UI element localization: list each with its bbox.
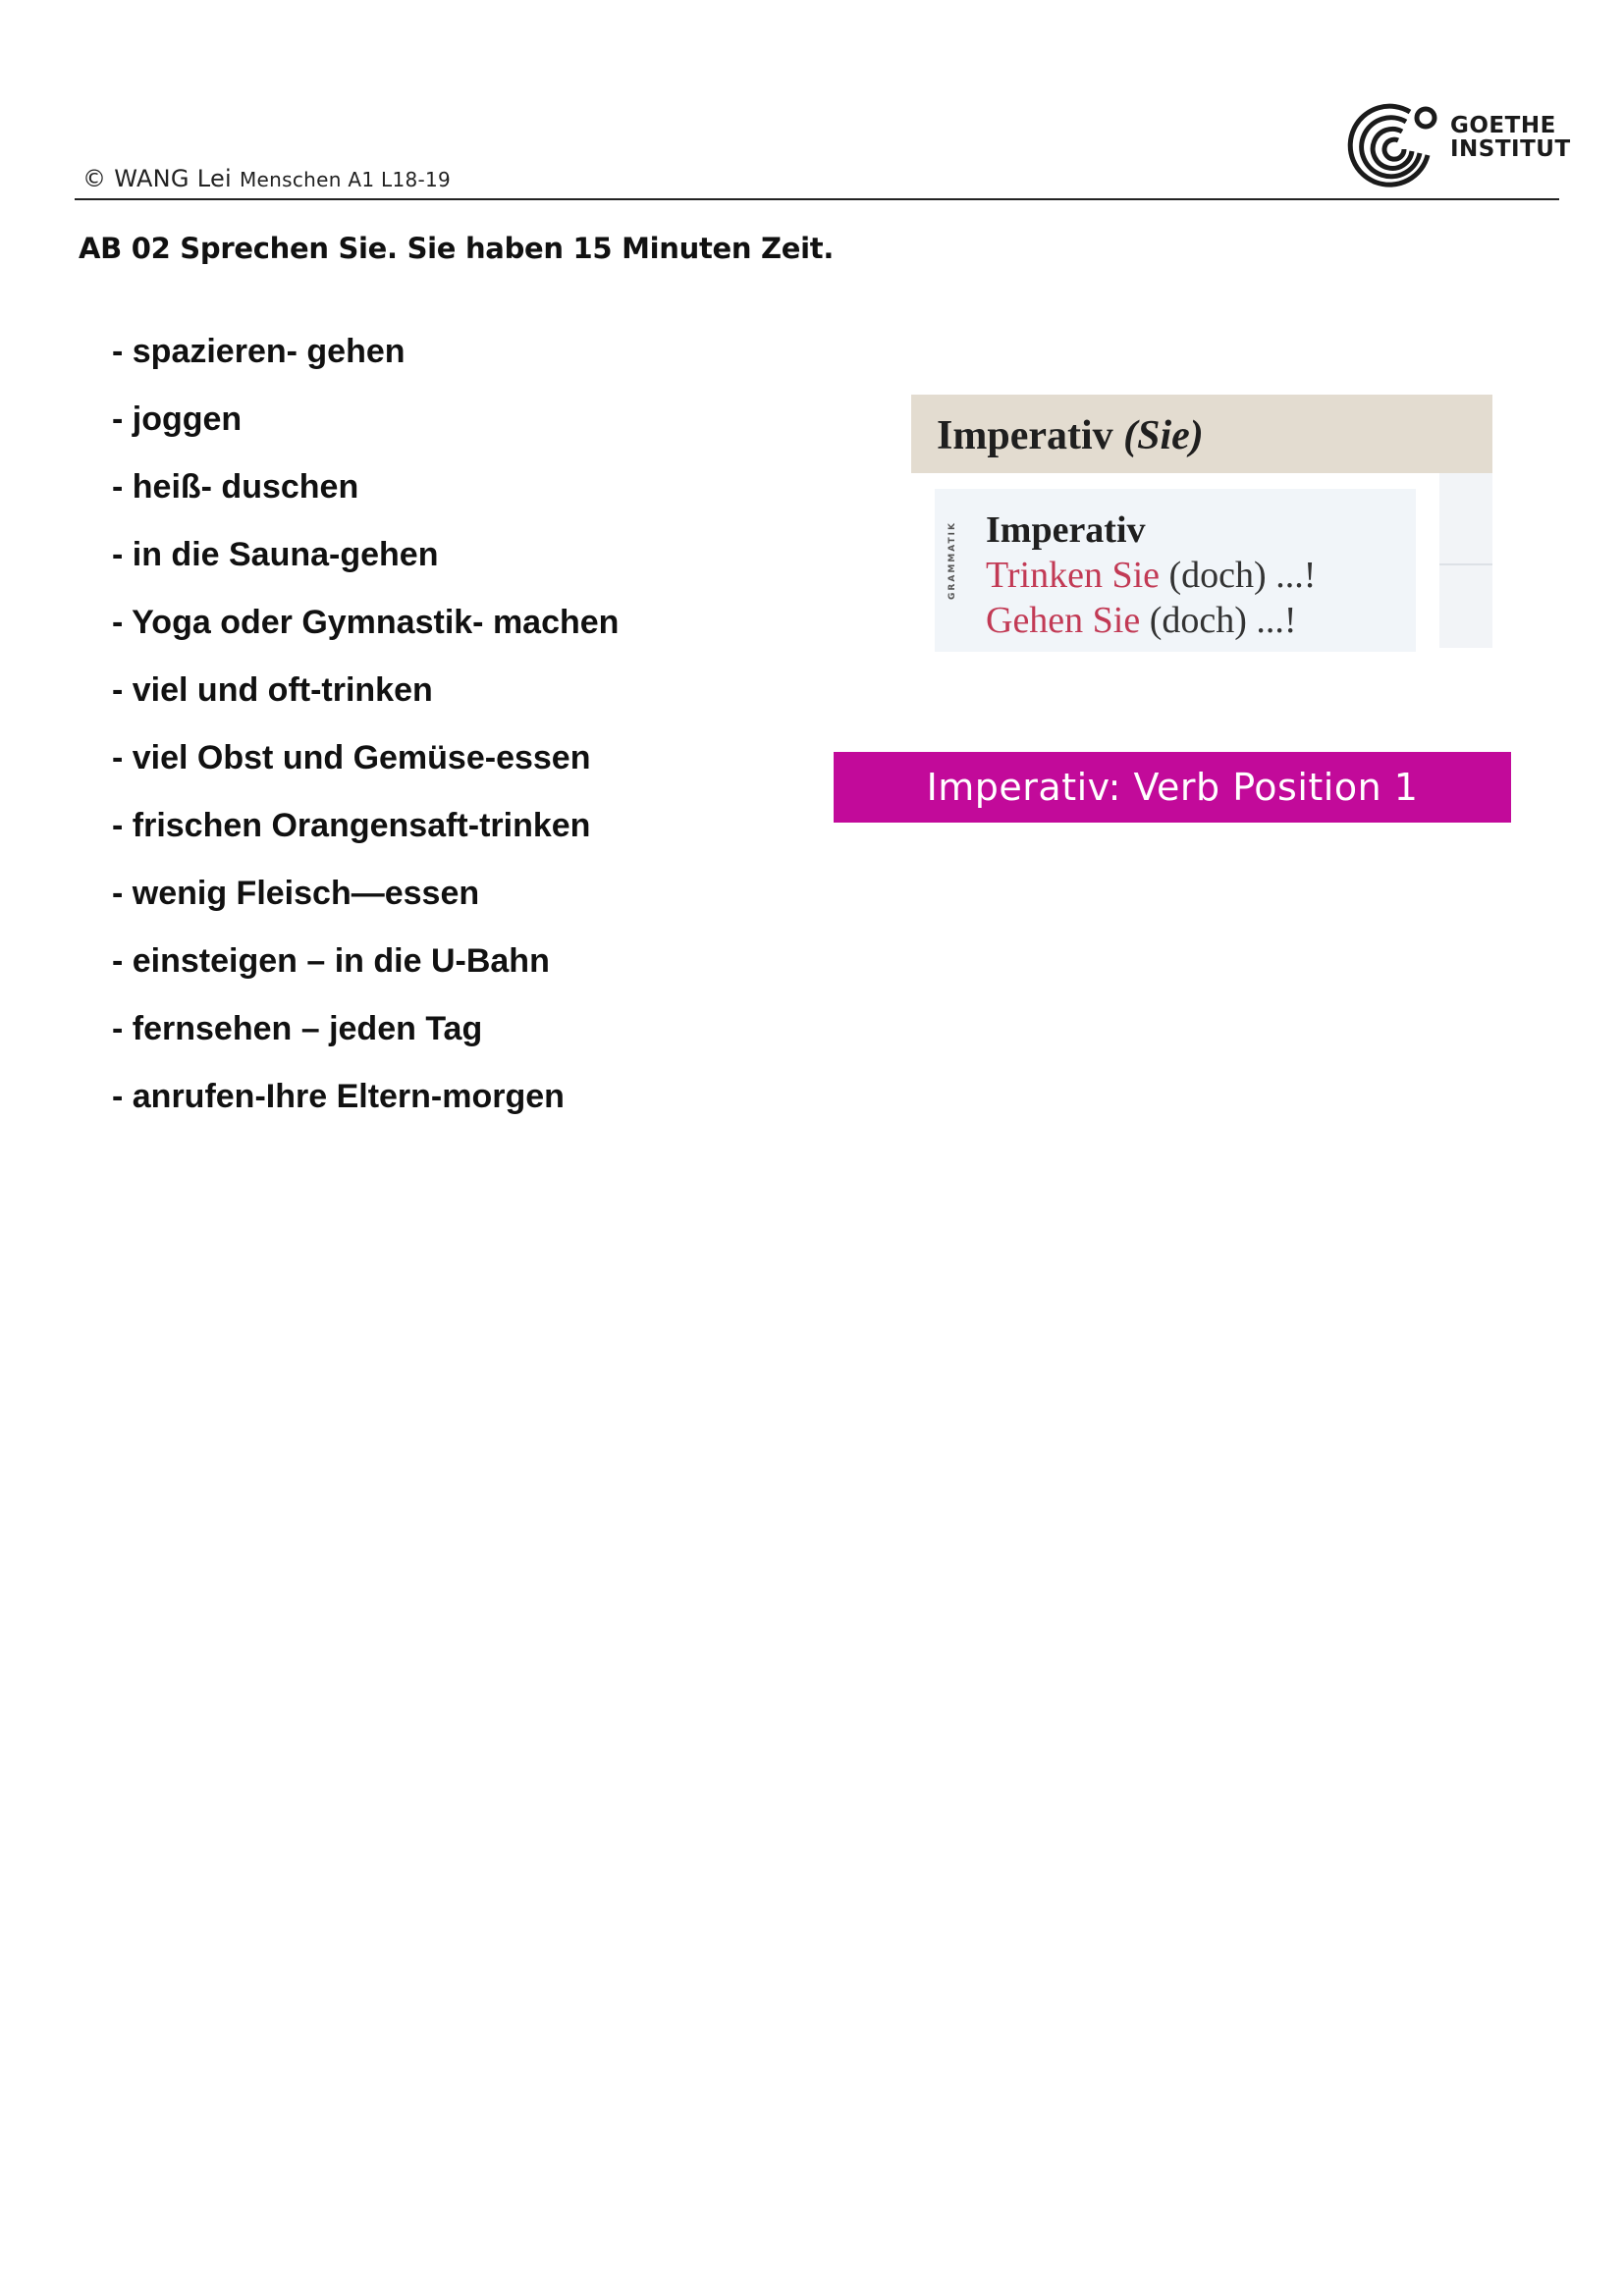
list-item: - anrufen-Ihre Eltern-morgen [112, 1078, 565, 1115]
copyright-line: © WANG Lei Menschen A1 L18-19 [82, 165, 451, 192]
list-item: - fernsehen – jeden Tag [112, 1010, 483, 1047]
phrase-list: - spazieren- gehen - joggen - heiß- dusc… [112, 328, 619, 1141]
course-label: Menschen A1 L18-19 [239, 168, 452, 191]
copyright-text: © WANG Lei [82, 165, 233, 192]
logo-line-2: INSTITUT [1450, 136, 1571, 162]
list-item: - in die Sauna-gehen [112, 536, 439, 573]
example-1-verb: Trinken Sie [986, 555, 1161, 596]
grammar-title-paren: (Sie) [1123, 413, 1204, 458]
example-2-verb: Gehen Sie [986, 600, 1141, 641]
list-item: - viel Obst und Gemüse-essen [112, 739, 591, 776]
example-1-rest: (doch) ...! [1160, 555, 1317, 596]
header-divider [75, 198, 1559, 200]
grammar-card-header: Imperativ (Sie) [911, 395, 1492, 473]
goethe-spiral-icon [1347, 103, 1437, 187]
task-title: AB 02 Sprechen Sie. Sie haben 15 Minuten… [79, 232, 835, 265]
grammar-card-title: Imperativ (Sie) [937, 412, 1204, 459]
list-item: - spazieren- gehen [112, 333, 406, 370]
grammar-example-1: Trinken Sie (doch) ...! [986, 554, 1316, 597]
list-item: - Yoga oder Gymnastik- machen [112, 604, 620, 641]
list-item: - viel und oft-trinken [112, 671, 433, 709]
list-item: - frischen Orangensaft-trinken [112, 807, 591, 844]
verb-position-banner: Imperativ: Verb Position 1 [834, 752, 1511, 823]
grammar-card: Imperativ (Sie) GRAMMATIK Imperativ Trin… [911, 395, 1492, 652]
banner-text: Imperativ: Verb Position 1 [926, 766, 1419, 809]
list-item: - heiß- duschen [112, 468, 359, 506]
list-item: - wenig Fleisch—essen [112, 875, 480, 912]
grammar-box: GRAMMATIK Imperativ Trinken Sie (doch) .… [935, 489, 1416, 652]
grammar-title-main: Imperativ [937, 413, 1113, 458]
card-side-divider [1439, 563, 1492, 565]
logo-wordmark: GOETHE INSTITUT [1450, 114, 1571, 161]
grammar-example-2: Gehen Sie (doch) ...! [986, 599, 1297, 642]
card-side-tab [1439, 473, 1492, 648]
list-item: - joggen [112, 400, 243, 438]
example-2-rest: (doch) ...! [1140, 600, 1297, 641]
grammatik-side-label: GRAMMATIK [947, 521, 957, 600]
goethe-logo: GOETHE INSTITUT [1343, 94, 1570, 192]
logo-line-1: GOETHE [1450, 113, 1556, 138]
grammar-heading: Imperativ [986, 509, 1146, 551]
list-item: - einsteigen – in die U-Bahn [112, 942, 550, 980]
